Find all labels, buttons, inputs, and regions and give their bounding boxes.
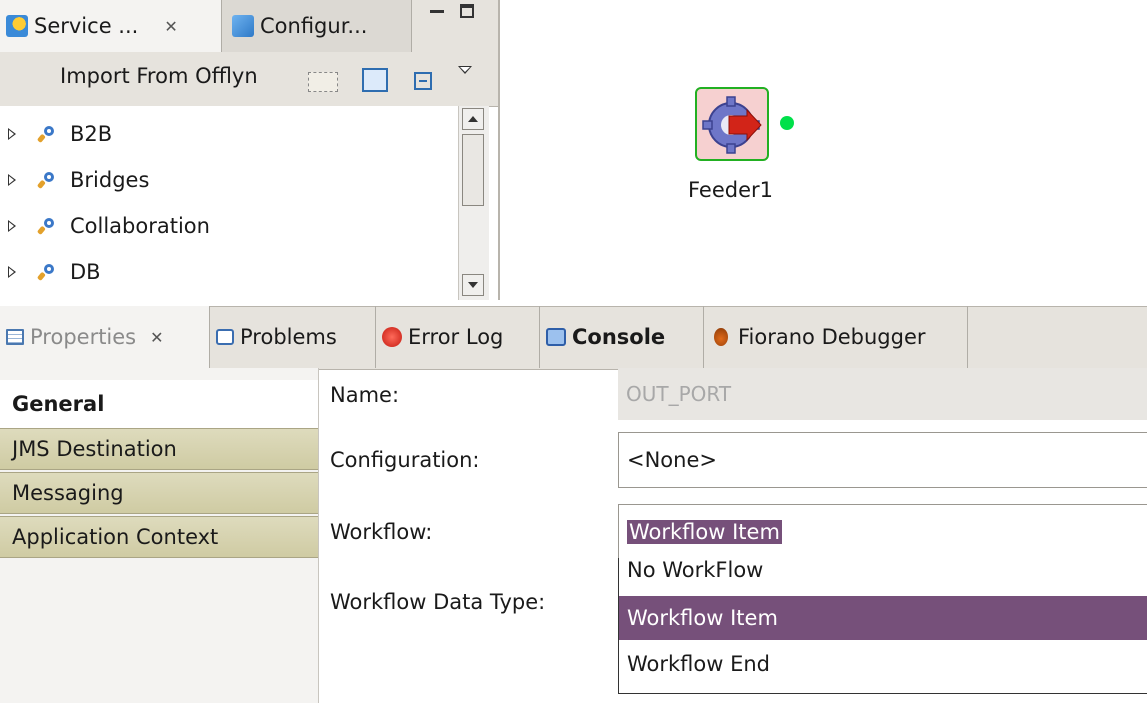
option-workflow-item[interactable]: Workflow Item — [619, 596, 1147, 640]
out-port-indicator[interactable] — [780, 116, 794, 130]
tab-problems-label: Problems — [240, 325, 337, 349]
name-value: OUT_PORT — [626, 382, 732, 406]
expand-arrow-icon[interactable] — [8, 220, 16, 232]
workflow-value: Workflow Item — [627, 520, 782, 544]
tab-service-palette[interactable]: Service ... ✕ — [0, 0, 222, 52]
problems-icon — [216, 329, 234, 345]
tree-item-b2b[interactable]: B2B — [0, 112, 112, 156]
nav-general[interactable]: General — [0, 380, 318, 428]
maximize-icon[interactable] — [460, 4, 474, 18]
nav-messaging[interactable]: Messaging — [0, 472, 318, 514]
option-label: No WorkFlow — [627, 558, 764, 582]
tab-service-label: Service ... — [34, 14, 139, 38]
view-menu-icon[interactable] — [458, 66, 472, 74]
workflow-dropdown-list: No WorkFlow Workflow Item Workflow End — [618, 558, 1147, 694]
close-icon[interactable]: ✕ — [164, 17, 177, 36]
category-icon — [36, 216, 56, 236]
workflow-label: Workflow: — [330, 520, 433, 544]
tree-item-label: Collaboration — [70, 214, 210, 238]
tab-console[interactable]: Console — [540, 306, 704, 368]
scroll-up-icon[interactable] — [462, 108, 484, 130]
collapse-all-icon[interactable] — [414, 72, 432, 90]
configuration-select[interactable]: <None> — [618, 432, 1147, 488]
tab-problems[interactable]: Problems — [210, 306, 376, 368]
option-label: Workflow End — [627, 652, 771, 676]
category-icon — [36, 124, 56, 144]
configuration-label: Configuration: — [330, 448, 480, 472]
import-from-offlyn-label[interactable]: Import From Offlyn — [60, 64, 258, 88]
option-label: Workflow Item — [627, 606, 778, 630]
name-field: OUT_PORT — [618, 368, 1147, 420]
tree-item-collaboration[interactable]: Collaboration — [0, 204, 210, 248]
tab-error-log[interactable]: Error Log — [376, 306, 540, 368]
error-log-icon — [382, 327, 402, 347]
tab-fiorano-debugger[interactable]: Fiorano Debugger — [704, 306, 968, 368]
tree-item-bridges[interactable]: Bridges — [0, 158, 149, 202]
workflow-data-type-label: Workflow Data Type: — [330, 590, 546, 614]
tab-error-log-label: Error Log — [408, 325, 504, 349]
tree-scrollbar[interactable] — [458, 106, 489, 300]
tree-item-label: B2B — [70, 122, 113, 146]
nav-item-label: Messaging — [12, 481, 124, 505]
tab-properties-label: Properties — [30, 325, 137, 349]
service-tree: B2B Bridges Collaboration DB — [0, 106, 458, 300]
minimize-icon[interactable] — [430, 10, 444, 13]
option-workflow-end[interactable]: Workflow End — [619, 642, 1147, 686]
tree-item-label: DB — [70, 260, 101, 284]
nav-general-label: General — [12, 392, 105, 416]
scroll-down-icon[interactable] — [462, 274, 484, 296]
tab-configuration-label: Configur... — [260, 14, 368, 38]
configuration-value: <None> — [627, 448, 717, 472]
import-icon[interactable] — [308, 72, 338, 92]
nav-jms-destination[interactable]: JMS Destination — [0, 428, 318, 470]
debugger-bug-icon — [714, 328, 728, 346]
scrollbar-thumb[interactable] — [462, 134, 484, 206]
properties-icon — [6, 329, 24, 345]
name-label: Name: — [330, 383, 400, 407]
export-icon[interactable] — [362, 68, 388, 92]
category-icon — [36, 170, 56, 190]
service-palette-icon — [6, 15, 28, 37]
close-icon[interactable]: ✕ — [150, 328, 163, 347]
workflow-select[interactable]: Workflow Item — [618, 504, 1147, 560]
tree-item-db[interactable]: DB — [0, 250, 101, 294]
tree-item-label: Bridges — [70, 168, 150, 192]
feeder-gear-icon — [702, 96, 762, 154]
category-icon — [36, 262, 56, 282]
nav-item-label: JMS Destination — [12, 437, 177, 461]
nav-item-label: Application Context — [12, 525, 219, 549]
tab-properties[interactable]: Properties ✕ — [0, 306, 210, 368]
configuration-icon — [232, 15, 254, 37]
expand-arrow-icon[interactable] — [8, 266, 16, 278]
tab-configuration[interactable]: Configur... — [222, 0, 412, 52]
tab-debugger-label: Fiorano Debugger — [738, 325, 926, 349]
feeder-label: Feeder1 — [688, 178, 774, 202]
console-icon — [546, 328, 566, 346]
expand-arrow-icon[interactable] — [8, 128, 16, 140]
option-no-workflow[interactable]: No WorkFlow — [619, 558, 1147, 594]
tab-console-label: Console — [572, 325, 666, 349]
expand-arrow-icon[interactable] — [8, 174, 16, 186]
nav-application-context[interactable]: Application Context — [0, 516, 318, 558]
feeder-component[interactable] — [695, 87, 769, 161]
